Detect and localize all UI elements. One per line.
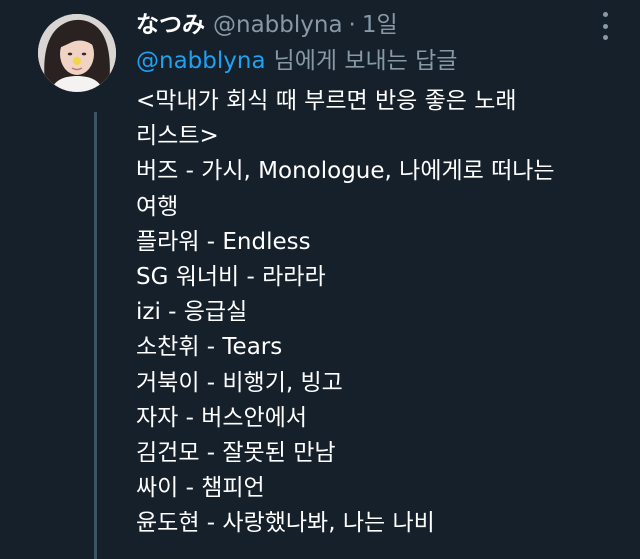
avatar-image [38,14,116,92]
display-name[interactable]: なつみ [136,8,205,42]
reply-to-line: @nabblyna 님에게 보내는 답글 [136,44,457,78]
avatar[interactable] [38,14,116,92]
reply-mention-link[interactable]: @nabblyna [136,48,266,74]
thread-line [94,112,97,559]
tweet-text: <막내가 회식 때 부르면 반응 좋은 노래 리스트> 버즈 - 가시, Mon… [136,84,616,541]
tweet-text-line: 플라워 - Endless [136,228,311,255]
separator-dot: · [348,12,356,38]
tweet-text-line: 싸이 - 챔피언 [136,475,265,502]
tweet-text-line: SG 워너비 - 라라라 [136,263,326,290]
tweet-text-line: <막내가 회식 때 부르면 반응 좋은 노래 [136,88,517,114]
tweet-text-line: 버즈 - 가시, Monologue, 나에게로 떠나는 [136,158,555,185]
tweet-text-line: 리스트> [136,123,219,150]
more-vertical-icon[interactable] [596,12,614,40]
timestamp[interactable]: 1일 [362,8,398,42]
tweet: なつみ @nabblyna · 1일 @nabblyna 님에게 보내는 답글 <… [0,0,640,559]
tweet-text-line: 소찬휘 - Tears [136,334,283,361]
tweet-text-line: 여행 [136,193,179,220]
tweet-text-line: 거북이 - 비행기, 빙고 [136,369,343,396]
reply-label: 님에게 보내는 답글 [273,48,458,74]
tweet-text-line: 자자 - 버스안에서 [136,404,308,431]
tweet-text-line: 김건모 - 잘못된 만남 [136,439,336,466]
tweet-header: なつみ @nabblyna · 1일 [136,8,398,42]
tweet-text-line: izi - 응급실 [136,299,248,326]
tweet-text-line: 윤도현 - 사랑했나봐, 나는 나비 [136,510,435,537]
user-handle[interactable]: @nabblyna [213,8,343,42]
